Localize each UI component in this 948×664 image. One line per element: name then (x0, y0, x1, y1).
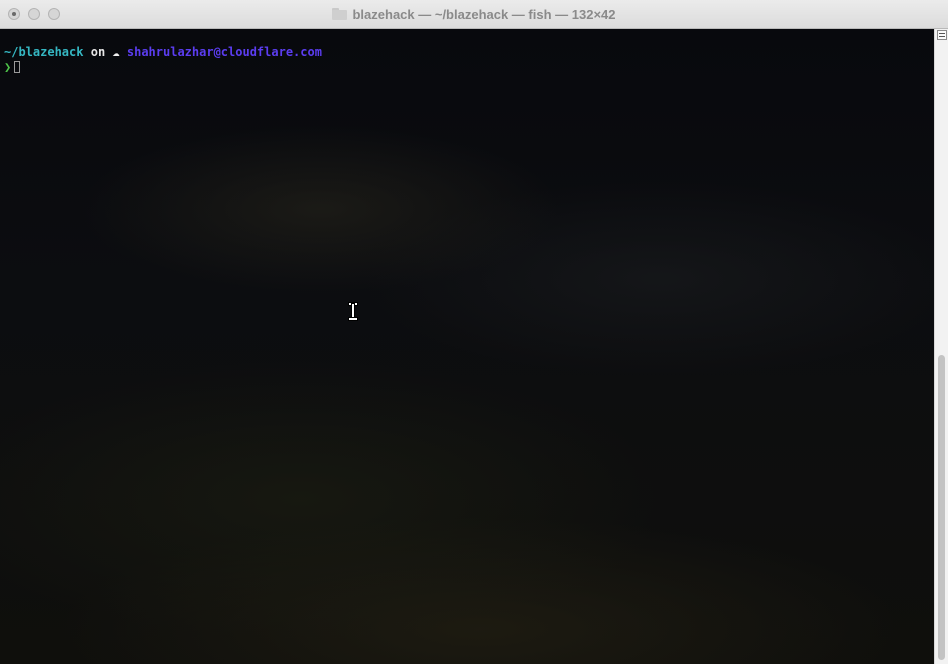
scrollbar-thumb[interactable] (938, 355, 945, 660)
text-cursor (14, 61, 21, 73)
window-title: blazehack — ~/blazehack — fish — 132×42 (0, 0, 948, 28)
current-directory: ~/blazehack (4, 45, 84, 59)
ibeam-pointer-icon (349, 303, 357, 320)
prompt-chevron-icon: ❯ (4, 60, 12, 74)
window-title-text: blazehack — ~/blazehack — fish — 132×42 (352, 6, 616, 22)
folder-icon (332, 8, 348, 20)
terminal-content[interactable]: ~/blazehack on ☁ shahrulazhar@cloudflare… (0, 29, 934, 664)
cloud-icon: ☁ (112, 45, 120, 59)
title-bar[interactable]: blazehack — ~/blazehack — fish — 132×42 (0, 0, 948, 29)
prompt-info-line: ~/blazehack on ☁ shahrulazhar@cloudflare… (4, 45, 322, 59)
cloudflare-account: shahrulazhar@cloudflare.com (126, 45, 322, 59)
scrollbar-menu-icon[interactable] (937, 30, 947, 40)
on-label: on (90, 45, 106, 59)
vertical-scrollbar[interactable] (934, 29, 948, 664)
terminal-window: blazehack — ~/blazehack — fish — 132×42 … (0, 0, 948, 664)
command-line[interactable]: ❯ (4, 60, 21, 74)
